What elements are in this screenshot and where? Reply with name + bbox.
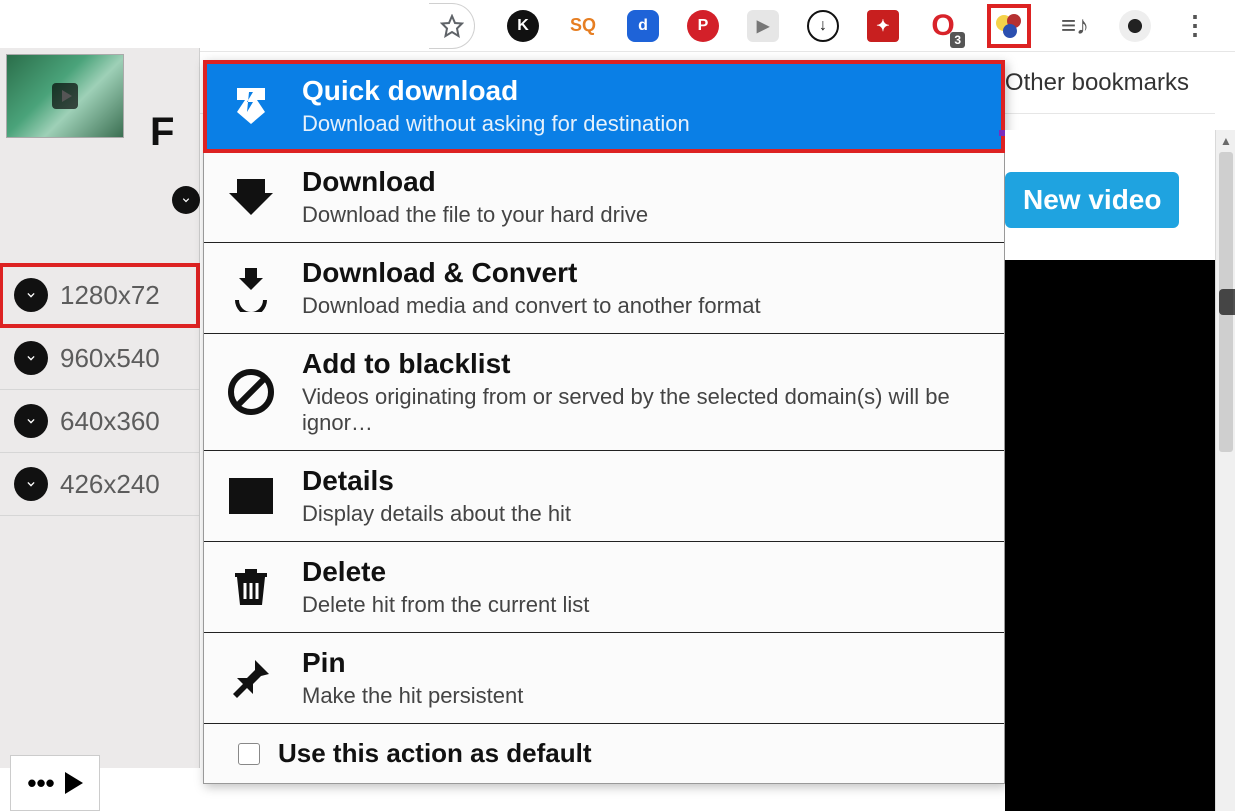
default-action-checkbox[interactable] (238, 743, 260, 765)
menu-pin[interactable]: Pin Make the hit persistent (204, 633, 1004, 724)
balls-ext-highlight (987, 4, 1031, 48)
scroll-thumb[interactable] (1219, 152, 1233, 452)
k-ext-icon[interactable]: K (507, 10, 539, 42)
chrome-menu-icon[interactable]: ⋮ (1179, 10, 1211, 42)
page-content: New video (1005, 130, 1215, 811)
scroll-up-arrow-icon[interactable]: ▲ (1220, 134, 1232, 148)
star-icon (440, 14, 464, 38)
resolution-label: 426x240 (60, 469, 160, 500)
menu-item-title: Download & Convert (302, 257, 761, 289)
resolution-960[interactable]: 960x540 (0, 327, 199, 390)
balls-icon (994, 11, 1024, 41)
menu-item-title: Use this action as default (278, 738, 592, 769)
down-ext-icon[interactable]: ↓ (807, 10, 839, 42)
menu-item-desc: Download the file to your hard drive (302, 202, 648, 228)
vertical-scrollbar[interactable]: ▲ (1215, 130, 1235, 811)
resolution-1280[interactable]: 1280x72 (0, 264, 199, 327)
resolution-label: 1280x72 (60, 280, 160, 311)
bookmark-star-button[interactable] (429, 3, 475, 49)
menu-item-desc: Display details about the hit (302, 501, 571, 527)
menu-details[interactable]: Details Display details about the hit (204, 451, 1004, 542)
menu-quick-download[interactable]: Quick download Download without asking f… (204, 61, 1004, 152)
thumbnail-download-icon[interactable] (172, 186, 200, 214)
other-bookmarks-link[interactable]: Other bookmarks (1005, 69, 1189, 97)
menu-item-desc: Videos originating from or served by the… (302, 384, 984, 436)
music-queue-icon[interactable]: ≡♪ (1059, 10, 1091, 42)
menu-item-desc: Download media and convert to another fo… (302, 293, 761, 319)
blacklist-icon (224, 365, 278, 419)
pin-icon (224, 651, 278, 705)
menu-item-desc: Make the hit persistent (302, 683, 523, 709)
menu-default-action[interactable]: Use this action as default (204, 724, 1004, 783)
lightning-download-icon (224, 79, 278, 133)
resolution-label: 640x360 (60, 406, 160, 437)
menu-blacklist[interactable]: Add to blacklist Videos originating from… (204, 334, 1004, 451)
more-play-control[interactable]: ••• (10, 755, 100, 811)
menu-download-convert[interactable]: Download & Convert Download media and co… (204, 243, 1004, 334)
download-arrow-icon (14, 278, 48, 312)
download-arrow-icon (14, 404, 48, 438)
ellipsis-icon: ••• (27, 768, 54, 799)
menu-item-title: Quick download (302, 75, 690, 107)
resolution-426[interactable]: 426x240 (0, 453, 199, 516)
menu-item-title: Pin (302, 647, 523, 679)
menu-delete[interactable]: Delete Delete hit from the current list (204, 542, 1004, 633)
profile-avatar[interactable] (1119, 10, 1151, 42)
new-video-button[interactable]: New video (1005, 172, 1179, 228)
details-icon (224, 469, 278, 523)
menu-item-title: Delete (302, 556, 589, 588)
browser-toolbar: K SQ d P ▶ ↓ ✦ O 3 ≡♪ ⋮ (0, 0, 1235, 52)
play-icon (65, 772, 83, 794)
extensions-row: K SQ d P ▶ ↓ ✦ O 3 (507, 4, 1031, 48)
menu-item-title: Download (302, 166, 648, 198)
resolution-panel: F 1280x72 960x540 640x360 426x240 (0, 48, 200, 768)
video-ext-icon[interactable]: ▶ (747, 10, 779, 42)
download-icon (224, 170, 278, 224)
video-thumbnail[interactable] (6, 54, 124, 138)
video-title-initial: F (150, 110, 174, 155)
menu-item-desc: Delete hit from the current list (302, 592, 589, 618)
balls-ext-icon[interactable] (993, 10, 1025, 42)
download-arrow-icon (14, 341, 48, 375)
resolution-label: 960x540 (60, 343, 160, 374)
menu-download[interactable]: Download Download the file to your hard … (204, 152, 1004, 243)
pinterest-ext-icon[interactable]: P (687, 10, 719, 42)
opera-ext-icon[interactable]: O 3 (927, 10, 959, 42)
menu-item-title: Details (302, 465, 571, 497)
trash-icon (224, 560, 278, 614)
download-arrow-icon (14, 467, 48, 501)
download-context-menu: Quick download Download without asking f… (203, 60, 1005, 784)
menu-item-title: Add to blacklist (302, 348, 984, 380)
convert-icon (224, 261, 278, 315)
sq-ext-icon[interactable]: SQ (567, 10, 599, 42)
d-ext-icon[interactable]: d (627, 10, 659, 42)
opera-ext-badge: 3 (950, 32, 965, 48)
magic-ext-icon[interactable]: ✦ (867, 10, 899, 42)
menu-item-desc: Download without asking for destination (302, 111, 690, 137)
video-player-area[interactable] (1005, 260, 1215, 811)
resolution-640[interactable]: 640x360 (0, 390, 199, 453)
